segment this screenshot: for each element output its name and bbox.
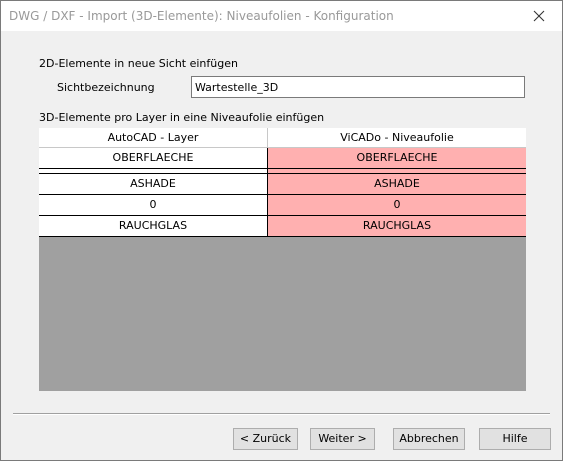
table-row[interactable]: ASHADE ASHADE bbox=[39, 174, 526, 195]
view-name-input[interactable] bbox=[191, 76, 525, 98]
close-button[interactable] bbox=[516, 1, 562, 31]
grid-header: AutoCAD - Layer ViCADo - Niveaufolie bbox=[39, 128, 526, 148]
view-name-label: Sichtbezeichnung bbox=[57, 81, 155, 94]
section-3d-heading: 3D-Elemente pro Layer in eine Niveaufoli… bbox=[39, 111, 325, 124]
layer-cell[interactable]: OBERFLAECHE bbox=[39, 148, 268, 169]
niveaufolie-cell[interactable]: ASHADE bbox=[268, 174, 526, 195]
layer-cell[interactable]: ASHADE bbox=[39, 174, 268, 195]
next-button[interactable]: Weiter > bbox=[310, 428, 375, 450]
window-title: DWG / DXF - Import (3D-Elemente): Niveau… bbox=[9, 9, 394, 23]
niveaufolie-cell[interactable]: RAUCHGLAS bbox=[268, 216, 526, 237]
section-2d-heading: 2D-Elemente in neue Sicht einfügen bbox=[39, 57, 238, 70]
layer-cell[interactable]: 0 bbox=[39, 195, 268, 216]
dialog-content: 2D-Elemente in neue Sicht einfügen Sicht… bbox=[1, 31, 562, 460]
niveaufolie-cell[interactable]: OBERFLAECHE bbox=[268, 148, 526, 169]
table-row[interactable]: RAUCHGLAS RAUCHGLAS bbox=[39, 216, 526, 237]
column-header-vicado-niveaufolie[interactable]: ViCADo - Niveaufolie bbox=[268, 128, 526, 148]
column-header-autocad-layer[interactable]: AutoCAD - Layer bbox=[39, 128, 268, 148]
table-row[interactable]: 0 0 bbox=[39, 195, 526, 216]
table-row[interactable]: OBERFLAECHE OBERFLAECHE bbox=[39, 148, 526, 169]
cancel-button[interactable]: Abbrechen bbox=[393, 428, 465, 450]
layer-mapping-grid: AutoCAD - Layer ViCADo - Niveaufolie OBE… bbox=[39, 128, 526, 391]
button-separator bbox=[13, 413, 550, 415]
layer-cell[interactable]: RAUCHGLAS bbox=[39, 216, 268, 237]
help-button[interactable]: Hilfe bbox=[479, 428, 551, 450]
back-button[interactable]: < Zurück bbox=[233, 428, 298, 450]
dialog-window: DWG / DXF - Import (3D-Elemente): Niveau… bbox=[0, 0, 563, 461]
close-icon bbox=[533, 10, 545, 22]
niveaufolie-cell[interactable]: 0 bbox=[268, 195, 526, 216]
title-bar: DWG / DXF - Import (3D-Elemente): Niveau… bbox=[1, 1, 562, 31]
